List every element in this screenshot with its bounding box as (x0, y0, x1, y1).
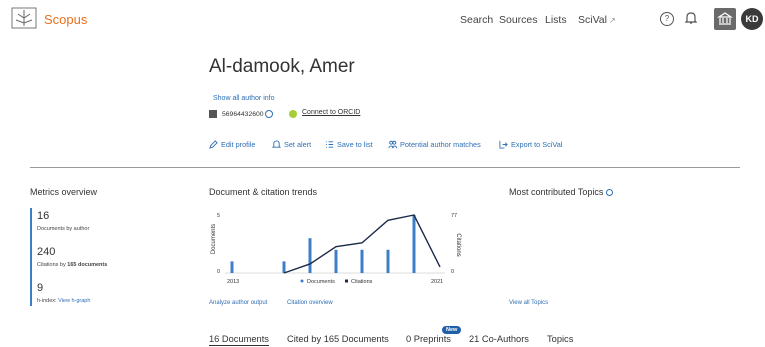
nav-scival-label: SciVal (578, 14, 607, 26)
pencil-icon (209, 140, 218, 149)
new-badge: New (442, 326, 462, 334)
save-to-list-button[interactable]: Save to list (325, 140, 373, 149)
y-right-tick-zero: 0 (451, 269, 454, 275)
topics-title: Most contributed Topics (509, 187, 613, 197)
x-tick-start: 2013 (227, 279, 239, 285)
legend-documents-marker (300, 279, 304, 283)
y-left-axis-label: Documents (211, 224, 217, 254)
export-to-scival-label: Export to SciVal (511, 140, 563, 149)
set-alert-label: Set alert (284, 140, 312, 149)
citations-documents-link[interactable]: 165 documents (67, 262, 107, 268)
y-right-tick-max: 77 (451, 213, 457, 219)
documents-bar (360, 249, 364, 273)
y-left-tick-max: 5 (217, 213, 220, 219)
elsevier-logo[interactable] (10, 6, 38, 30)
potential-author-matches-label: Potential author matches (400, 140, 481, 149)
tab-co-authors[interactable]: 21 Co-Authors (469, 334, 529, 344)
documents-bar (282, 261, 286, 273)
citations-label-prefix: Citations by (37, 262, 68, 268)
save-to-list-label: Save to list (337, 140, 373, 149)
citations-label: Citations by 165 documents (37, 262, 107, 268)
documents-bar (230, 261, 234, 273)
potential-author-matches-button[interactable]: Potential author matches (388, 140, 481, 149)
export-to-scival-button[interactable]: Export to SciVal (499, 140, 562, 149)
h-index-label: h-index: (37, 298, 57, 304)
nav-lists[interactable]: Lists (545, 14, 567, 26)
author-id: 56964432600 (222, 110, 274, 118)
edit-profile-label: Edit profile (221, 140, 256, 149)
people-icon (388, 140, 397, 149)
export-icon (499, 140, 508, 149)
nav-scival[interactable]: SciVal ↗ (578, 14, 616, 26)
edit-profile-button[interactable]: Edit profile (209, 140, 255, 149)
orcid-icon (289, 110, 297, 118)
info-icon[interactable] (265, 110, 274, 118)
nav-search[interactable]: Search (460, 14, 493, 26)
list-icon (325, 141, 334, 148)
y-left-tick-zero: 0 (217, 269, 220, 275)
topics-title-label: Most contributed Topics (509, 187, 604, 197)
set-alert-button[interactable]: Set alert (272, 140, 311, 149)
citations-count: 240 (37, 246, 56, 258)
help-icon[interactable]: ? (660, 12, 674, 26)
author-id-icon (209, 110, 217, 118)
documents-bar (308, 238, 312, 273)
section-divider (30, 167, 740, 168)
documents-bar (334, 249, 338, 273)
documents-bar (386, 249, 390, 273)
topics-info-icon[interactable] (605, 189, 613, 197)
institution-icon[interactable] (714, 8, 736, 30)
documents-bar (412, 215, 416, 273)
trend-chart: Documents Citations 5 0 77 0 2013 2021 D… (211, 213, 461, 285)
bell-icon[interactable] (684, 11, 698, 30)
nav-sources[interactable]: Sources (499, 14, 538, 26)
documents-count: 16 (37, 210, 50, 222)
documents-bars (230, 215, 416, 273)
y-right-axis-label: Citations (455, 233, 461, 256)
connect-orcid-link[interactable]: Connect to ORCID (302, 109, 360, 116)
external-link-icon: ↗ (608, 16, 616, 25)
view-h-graph-link[interactable]: View h-graph (58, 298, 90, 304)
legend-citations-label: Citations (351, 279, 373, 285)
documents-label: Documents by author (37, 226, 90, 232)
analyze-author-output-link[interactable]: Analyze author output (209, 300, 267, 306)
show-author-info-link[interactable]: Show all author info (213, 95, 274, 102)
brand-name[interactable]: Scopus (44, 12, 87, 27)
metrics-overview-title: Metrics overview (30, 187, 98, 197)
author-name: Al-damook, Amer (209, 56, 355, 77)
tab-documents[interactable]: 16 Documents (209, 334, 269, 346)
x-tick-end: 2021 (431, 279, 443, 285)
legend-documents-label: Documents (307, 279, 335, 285)
author-id-value: 56964432600 (222, 110, 264, 118)
user-avatar[interactable]: KD (741, 8, 763, 30)
trends-title: Document & citation trends (209, 187, 318, 197)
tab-topics[interactable]: Topics (547, 334, 573, 344)
legend-citations-marker (345, 279, 348, 283)
h-index-row: h-index: View h-graph (37, 298, 90, 304)
tab-cited-by[interactable]: Cited by 165 Documents (287, 334, 389, 344)
view-all-topics-link[interactable]: View all Topics (509, 300, 548, 306)
tab-preprints[interactable]: 0 Preprints (406, 334, 451, 344)
h-index-value: 9 (37, 282, 44, 294)
bell-icon (272, 140, 281, 148)
citation-overview-link[interactable]: Citation overview (287, 300, 333, 306)
metrics-accent-bar (30, 208, 32, 306)
